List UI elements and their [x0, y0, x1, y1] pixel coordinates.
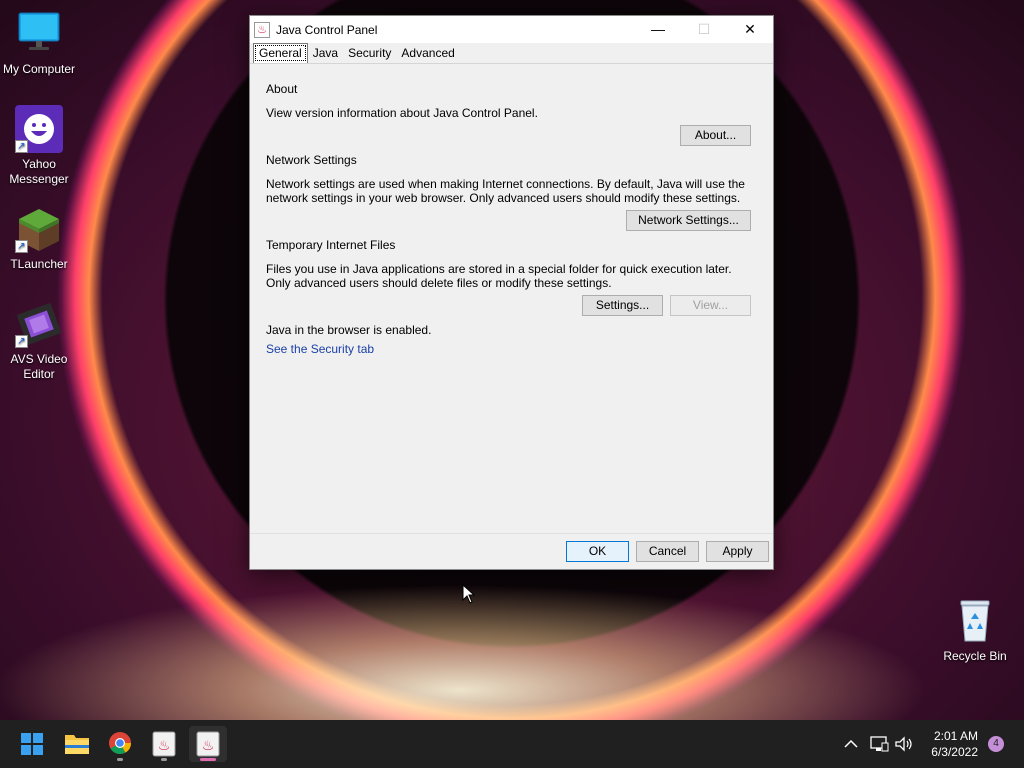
apply-button[interactable]: Apply [706, 541, 769, 562]
network-section-title: Network Settings [266, 153, 357, 167]
cancel-button[interactable]: Cancel [636, 541, 699, 562]
java-icon: ♨ [152, 731, 176, 757]
about-section-title: About [266, 82, 298, 96]
ok-button[interactable]: OK [566, 541, 629, 562]
svg-text:♨: ♨ [158, 738, 171, 754]
desktop-icon-label: AVS Video Editor [10, 352, 68, 381]
desktop-icon-avs-video-editor[interactable]: ↗ AVS Video Editor [1, 300, 77, 382]
notification-badge[interactable]: 4 [988, 736, 1004, 752]
folder-icon [65, 735, 89, 754]
film-strip-icon: ↗ [15, 300, 63, 348]
java-control-panel-window: ♨ Java Control Panel — ☐ ✕ General Java … [249, 15, 774, 570]
grass-block-icon: ↗ [15, 205, 63, 253]
view-button[interactable]: View... [670, 295, 751, 316]
browser-status-text: Java in the browser is enabled. [266, 323, 432, 337]
minimize-button[interactable]: — [635, 16, 681, 43]
desktop-icon-label: Recycle Bin [943, 649, 1007, 663]
chrome-button[interactable] [101, 726, 139, 762]
file-explorer-button[interactable] [58, 726, 96, 762]
start-button[interactable] [13, 726, 51, 762]
java-control-panel-taskbar-button[interactable]: ♨ [189, 726, 227, 762]
java-icon: ♨ [254, 21, 270, 38]
dialog-footer: OK Cancel Apply [250, 533, 773, 569]
about-button[interactable]: About... [680, 125, 751, 146]
network-settings-button[interactable]: Network Settings... [626, 210, 751, 231]
general-tab-panel: About View version information about Jav… [250, 63, 773, 534]
mouse-cursor-icon [462, 583, 476, 607]
maximize-button[interactable]: ☐ [681, 16, 727, 43]
chrome-icon [109, 732, 131, 754]
network-status-button[interactable] [868, 734, 890, 754]
title-bar[interactable]: ♨ Java Control Panel — ☐ ✕ [250, 16, 773, 43]
yahoo-messenger-icon: ↗ [15, 105, 63, 153]
tab-general[interactable]: General [253, 43, 308, 63]
tab-bar: General Java Security Advanced [250, 43, 773, 63]
desktop-icon-recycle-bin[interactable]: Recycle Bin [937, 597, 1013, 664]
tab-security[interactable]: Security [343, 44, 396, 63]
temp-files-section-title: Temporary Internet Files [266, 238, 396, 252]
desktop-icon-yahoo-messenger[interactable]: ↗ Yahoo Messenger [1, 105, 77, 187]
desktop-icon-tlauncher[interactable]: ↗ TLauncher [1, 205, 77, 272]
svg-text:♨: ♨ [202, 738, 215, 754]
desktop-icon-my-computer[interactable]: My Computer [1, 10, 77, 77]
desktop-icon-label: My Computer [2, 62, 76, 76]
show-hidden-icons-button[interactable] [841, 734, 861, 754]
temp-files-description: Files you use in Java applications are s… [266, 262, 732, 290]
monitor-icon [15, 10, 63, 58]
volume-button[interactable] [893, 734, 915, 754]
desktop-icon-label: TLauncher [10, 257, 68, 271]
network-description: Network settings are used when making In… [266, 177, 745, 205]
tab-java[interactable]: Java [308, 44, 343, 63]
close-button[interactable]: ✕ [727, 16, 773, 43]
window-title: Java Control Panel [276, 22, 378, 37]
java-icon: ♨ [196, 731, 220, 757]
about-description: View version information about Java Cont… [266, 106, 538, 120]
recycle-bin-icon [951, 597, 999, 645]
java-taskbar-button[interactable]: ♨ [145, 726, 183, 762]
windows-logo-icon [21, 733, 43, 755]
tab-advanced[interactable]: Advanced [396, 44, 459, 63]
shortcut-arrow-icon: ↗ [15, 140, 28, 153]
clock-time: 2:01 AM [933, 729, 978, 743]
system-clock[interactable]: 2:01 AM 6/3/2022 [931, 728, 978, 760]
network-icon [870, 736, 889, 752]
desktop-icon-label: Yahoo Messenger [9, 157, 69, 186]
settings-button[interactable]: Settings... [582, 295, 663, 316]
shortcut-arrow-icon: ↗ [15, 240, 28, 253]
security-tab-link[interactable]: See the Security tab [266, 342, 374, 356]
clock-date: 6/3/2022 [931, 745, 978, 759]
shortcut-arrow-icon: ↗ [15, 335, 28, 348]
taskbar: ♨ ♨ 2:01 AM 6/3/2022 4 [0, 720, 1024, 768]
speaker-icon [895, 736, 912, 752]
chevron-up-icon [844, 739, 858, 748]
